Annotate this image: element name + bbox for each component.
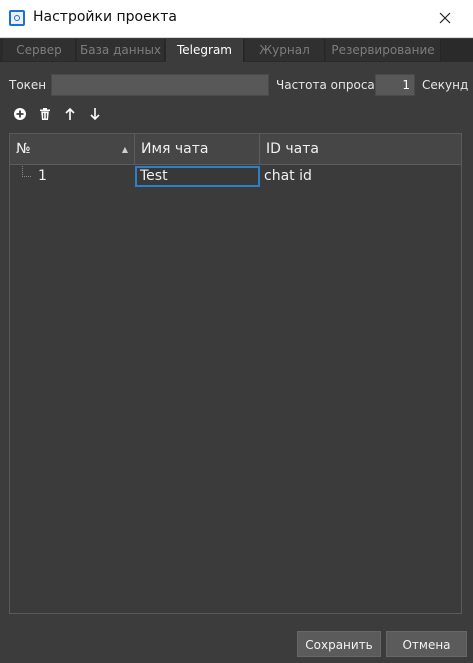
move-up-button[interactable] (61, 105, 79, 123)
move-down-icon (90, 108, 100, 121)
move-up-icon (65, 107, 75, 120)
app-icon (9, 10, 25, 26)
save-button[interactable]: Сохранить (297, 631, 381, 657)
column-header-chat-name[interactable]: Имя чата (135, 134, 260, 165)
column-header-chat-id[interactable]: ID чата (260, 134, 461, 165)
sort-ascending-icon: ▲ (121, 145, 128, 154)
column-header-number[interactable]: № ▲ (10, 134, 135, 165)
tab-database[interactable]: База данных (77, 39, 165, 61)
add-icon (14, 108, 26, 120)
chats-table: № ▲ Имя чата ID чата 1 Test chat id (9, 133, 462, 614)
move-down-button[interactable] (86, 105, 104, 123)
tab-server[interactable]: Сервер (3, 39, 76, 61)
delete-row-button[interactable] (36, 105, 54, 123)
column-header-label: № (16, 141, 31, 157)
poll-unit-label: Секунд (422, 78, 469, 92)
delete-icon (40, 108, 50, 120)
close-button[interactable] (430, 4, 460, 32)
close-icon (439, 12, 451, 24)
poll-frequency-spinbox[interactable] (375, 74, 415, 96)
tab-bar: Сервер База данных Telegram Журнал Резер… (0, 39, 473, 62)
window-title: Настройки проекта (33, 9, 177, 25)
cancel-button[interactable]: Отмена (386, 631, 467, 657)
tab-journal[interactable]: Журнал (245, 39, 325, 61)
add-row-button[interactable] (11, 105, 29, 123)
tab-telegram[interactable]: Telegram (166, 39, 244, 62)
tree-branch-line (22, 166, 31, 177)
table-cell-chat-name-editor[interactable]: Test (135, 166, 260, 187)
token-label: Токен (9, 78, 47, 92)
poll-frequency-label: Частота опроса (276, 78, 375, 92)
tab-backup[interactable]: Резервирование (326, 39, 441, 61)
token-input[interactable] (51, 74, 269, 96)
table-cell-chat-id[interactable]: chat id (260, 166, 460, 187)
title-bar: Настройки проекта (0, 0, 473, 38)
table-cell-number[interactable]: 1 (34, 166, 134, 187)
